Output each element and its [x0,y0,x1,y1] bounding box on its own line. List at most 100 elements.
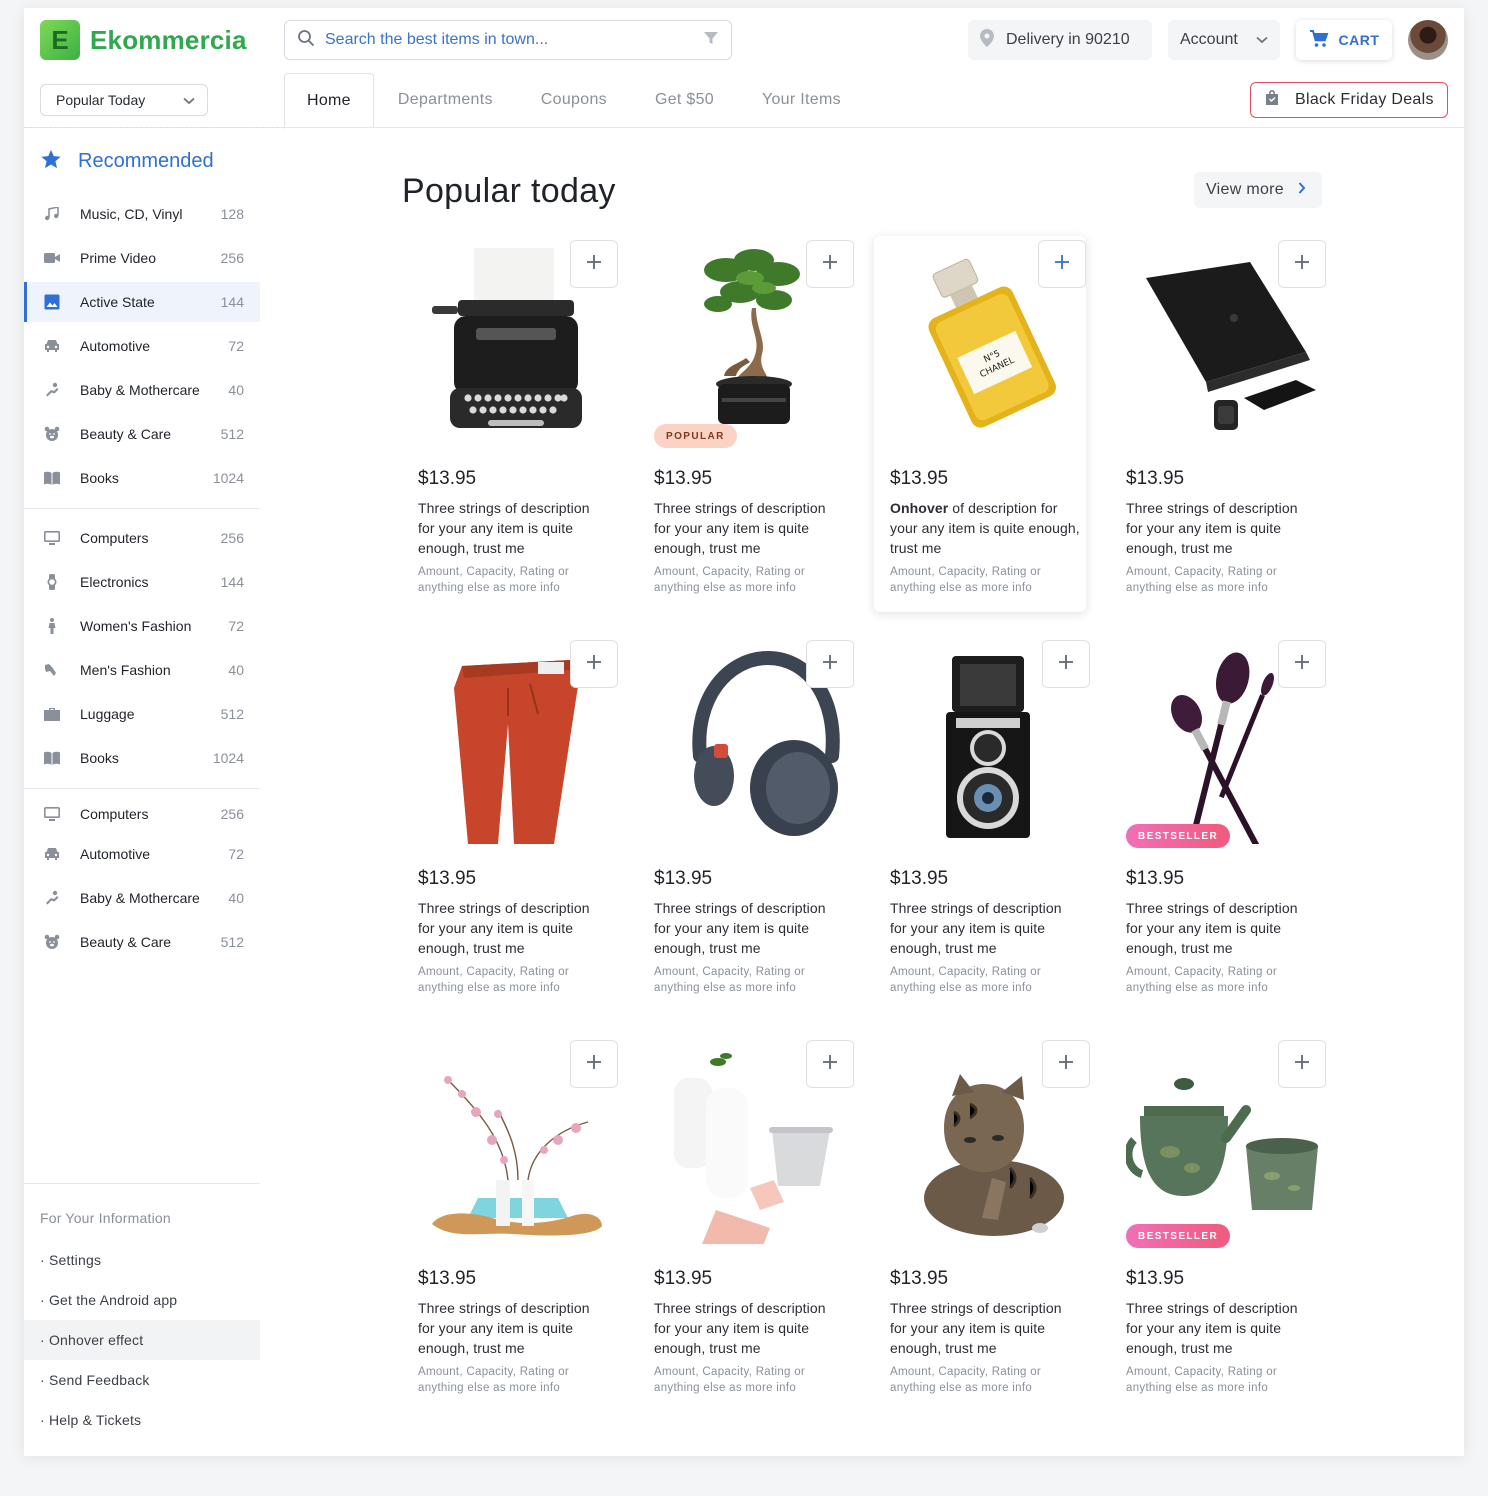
sidebar-item-baby-mothercare[interactable]: Baby & Mothercare 40 [24,878,260,918]
search-placeholder: Search the best items in town... [325,31,549,48]
app-window: E Ekommercia Search the best items in to… [24,8,1464,1456]
product-card[interactable]: POPULAR $13.95 Three strings of descriptio… [638,236,854,612]
sidebar-item-men-s-fashion[interactable]: Men's Fashion 40 [24,650,260,690]
view-more-button[interactable]: View more [1194,172,1322,208]
product-description: Three strings of description for your an… [654,498,844,558]
product-card[interactable]: BESTSELLER $13.95 Three strings of descrip… [1110,636,1326,1012]
sidebar-item-computers[interactable]: Computers 256 [24,518,260,558]
sidebar-item-active-state[interactable]: Active State 144 [24,282,260,322]
sidebar-item-computers[interactable]: Computers 256 [24,794,260,834]
product-card[interactable]: $13.95 Three strings of description for y… [402,636,618,1012]
sidebar-item-label: Computers [80,806,149,822]
info-link[interactable]: · Onhover effect [24,1320,260,1360]
plus-icon [586,1054,602,1075]
product-price: $13.95 [890,1268,949,1289]
music-icon [44,206,60,222]
product-price: $13.95 [890,868,949,889]
product-card[interactable]: $13.95 Three strings of description for y… [874,1036,1090,1412]
product-card[interactable]: $13.95 Three strings of description for y… [638,1036,854,1412]
tab-your-items[interactable]: Your Items [738,72,865,128]
book-icon [44,470,60,486]
account-label: Account [1180,31,1238,48]
sidebar-item-prime-video[interactable]: Prime Video 256 [24,238,260,278]
popular-today-dropdown[interactable]: Popular Today [40,84,208,116]
product-description-text: Three strings of description for your an… [418,500,590,556]
black-friday-label: Black Friday Deals [1295,91,1434,108]
sidebar-item-label: Prime Video [80,250,157,266]
add-to-cart-button[interactable] [806,1040,854,1088]
sidebar-item-books[interactable]: Books 1024 [24,458,260,498]
add-to-cart-button[interactable] [570,1040,618,1088]
sidebar-item-luggage[interactable]: Luggage 512 [24,694,260,734]
sidebar-item-label: Baby & Mothercare [80,890,200,906]
tab-coupons[interactable]: Coupons [517,72,631,128]
sidebar-item-electronics[interactable]: Electronics 144 [24,562,260,602]
add-to-cart-button[interactable] [1038,240,1086,288]
black-friday-button[interactable]: Black Friday Deals [1250,82,1448,118]
product-card[interactable]: BESTSELLER $13.95 Three strings of descrip… [1110,1036,1326,1412]
tab-departments[interactable]: Departments [374,72,517,128]
product-description: Three strings of description for your an… [1126,498,1316,558]
product-description: Onhover of description for your any item… [890,498,1080,558]
sidebar-item-baby-mothercare[interactable]: Baby & Mothercare 40 [24,370,260,410]
product-card[interactable]: $13.95 Three strings of description for y… [402,1036,618,1412]
sidebar-item-women-s-fashion[interactable]: Women's Fashion 72 [24,606,260,646]
info-link[interactable]: · Settings [24,1240,260,1280]
product-card[interactable]: $13.95 Three strings of description for y… [638,636,854,1012]
product-description-text: Three strings of description for your an… [418,900,590,956]
add-to-cart-button[interactable] [1278,240,1326,288]
sidebar-item-beauty-care[interactable]: Beauty & Care 512 [24,414,260,454]
info-link[interactable]: · Get the Android app [24,1280,260,1320]
baby-icon [44,890,60,906]
add-to-cart-button[interactable] [570,640,618,688]
avatar[interactable] [1408,20,1448,60]
add-to-cart-button[interactable] [570,240,618,288]
sidebar-item-count: 40 [228,382,244,398]
image-icon [44,294,60,310]
tab-get-50[interactable]: Get $50 [631,72,738,128]
sidebar-item-label: Beauty & Care [80,426,172,442]
product-description-text: Three strings of description for your an… [1126,500,1298,556]
cart-button[interactable]: CART [1296,20,1392,60]
sidebar-item-label: Books [80,750,119,766]
sidebar-item-automotive[interactable]: Automotive 72 [24,834,260,874]
add-to-cart-button[interactable] [806,640,854,688]
filter-icon[interactable] [703,30,719,51]
product-description: Three strings of description for your an… [1126,898,1316,958]
add-to-cart-button[interactable] [1042,1040,1090,1088]
product-price: $13.95 [654,868,713,889]
sidebar-divider [24,1183,260,1184]
account-dropdown[interactable]: Account [1168,20,1280,60]
product-card[interactable]: $13.95 Three strings of description for y… [874,636,1090,1012]
tab-home[interactable]: Home [284,73,374,129]
product-card[interactable]: $13.95 Three strings of description for y… [402,236,618,612]
add-to-cart-button[interactable] [1278,640,1326,688]
delivery-location[interactable]: Delivery in 90210 [968,20,1152,60]
location-pin-icon [980,28,994,52]
sidebar-item-beauty-care[interactable]: Beauty & Care 512 [24,922,260,962]
add-to-cart-button[interactable] [1042,640,1090,688]
sidebar-item-books[interactable]: Books 1024 [24,738,260,778]
info-link[interactable]: · Help & Tickets [24,1400,260,1440]
product-description: Three strings of description for your an… [418,898,608,958]
product-description-text: Three strings of description for your an… [418,1300,590,1356]
sidebar-heading[interactable]: Recommended [40,148,214,175]
product-description-text: Three strings of description for your an… [890,900,1062,956]
sidebar-item-label: Automotive [80,338,151,354]
product-price: $13.95 [1126,868,1185,889]
product-badge: BESTSELLER [1126,1224,1231,1248]
bear-icon [44,934,60,950]
logo[interactable]: E Ekommercia [40,20,247,60]
sidebar-item-label: Electronics [80,574,149,590]
add-to-cart-button[interactable] [806,240,854,288]
search-input[interactable]: Search the best items in town... [284,20,732,60]
sidebar-item-count: 512 [220,426,244,442]
add-to-cart-button[interactable] [1278,1040,1326,1088]
book-icon [44,750,60,766]
sidebar-item-automotive[interactable]: Automotive 72 [24,326,260,366]
product-card[interactable]: $13.95 Three strings of description for y… [1110,236,1326,612]
sidebar-item-music-cd-vinyl[interactable]: Music, CD, Vinyl 128 [24,194,260,234]
plus-icon [1294,654,1310,675]
product-card[interactable]: N°5 CHANEL $13.95 Onhover of description fo… [874,236,1086,612]
info-link[interactable]: · Send Feedback [24,1360,260,1400]
